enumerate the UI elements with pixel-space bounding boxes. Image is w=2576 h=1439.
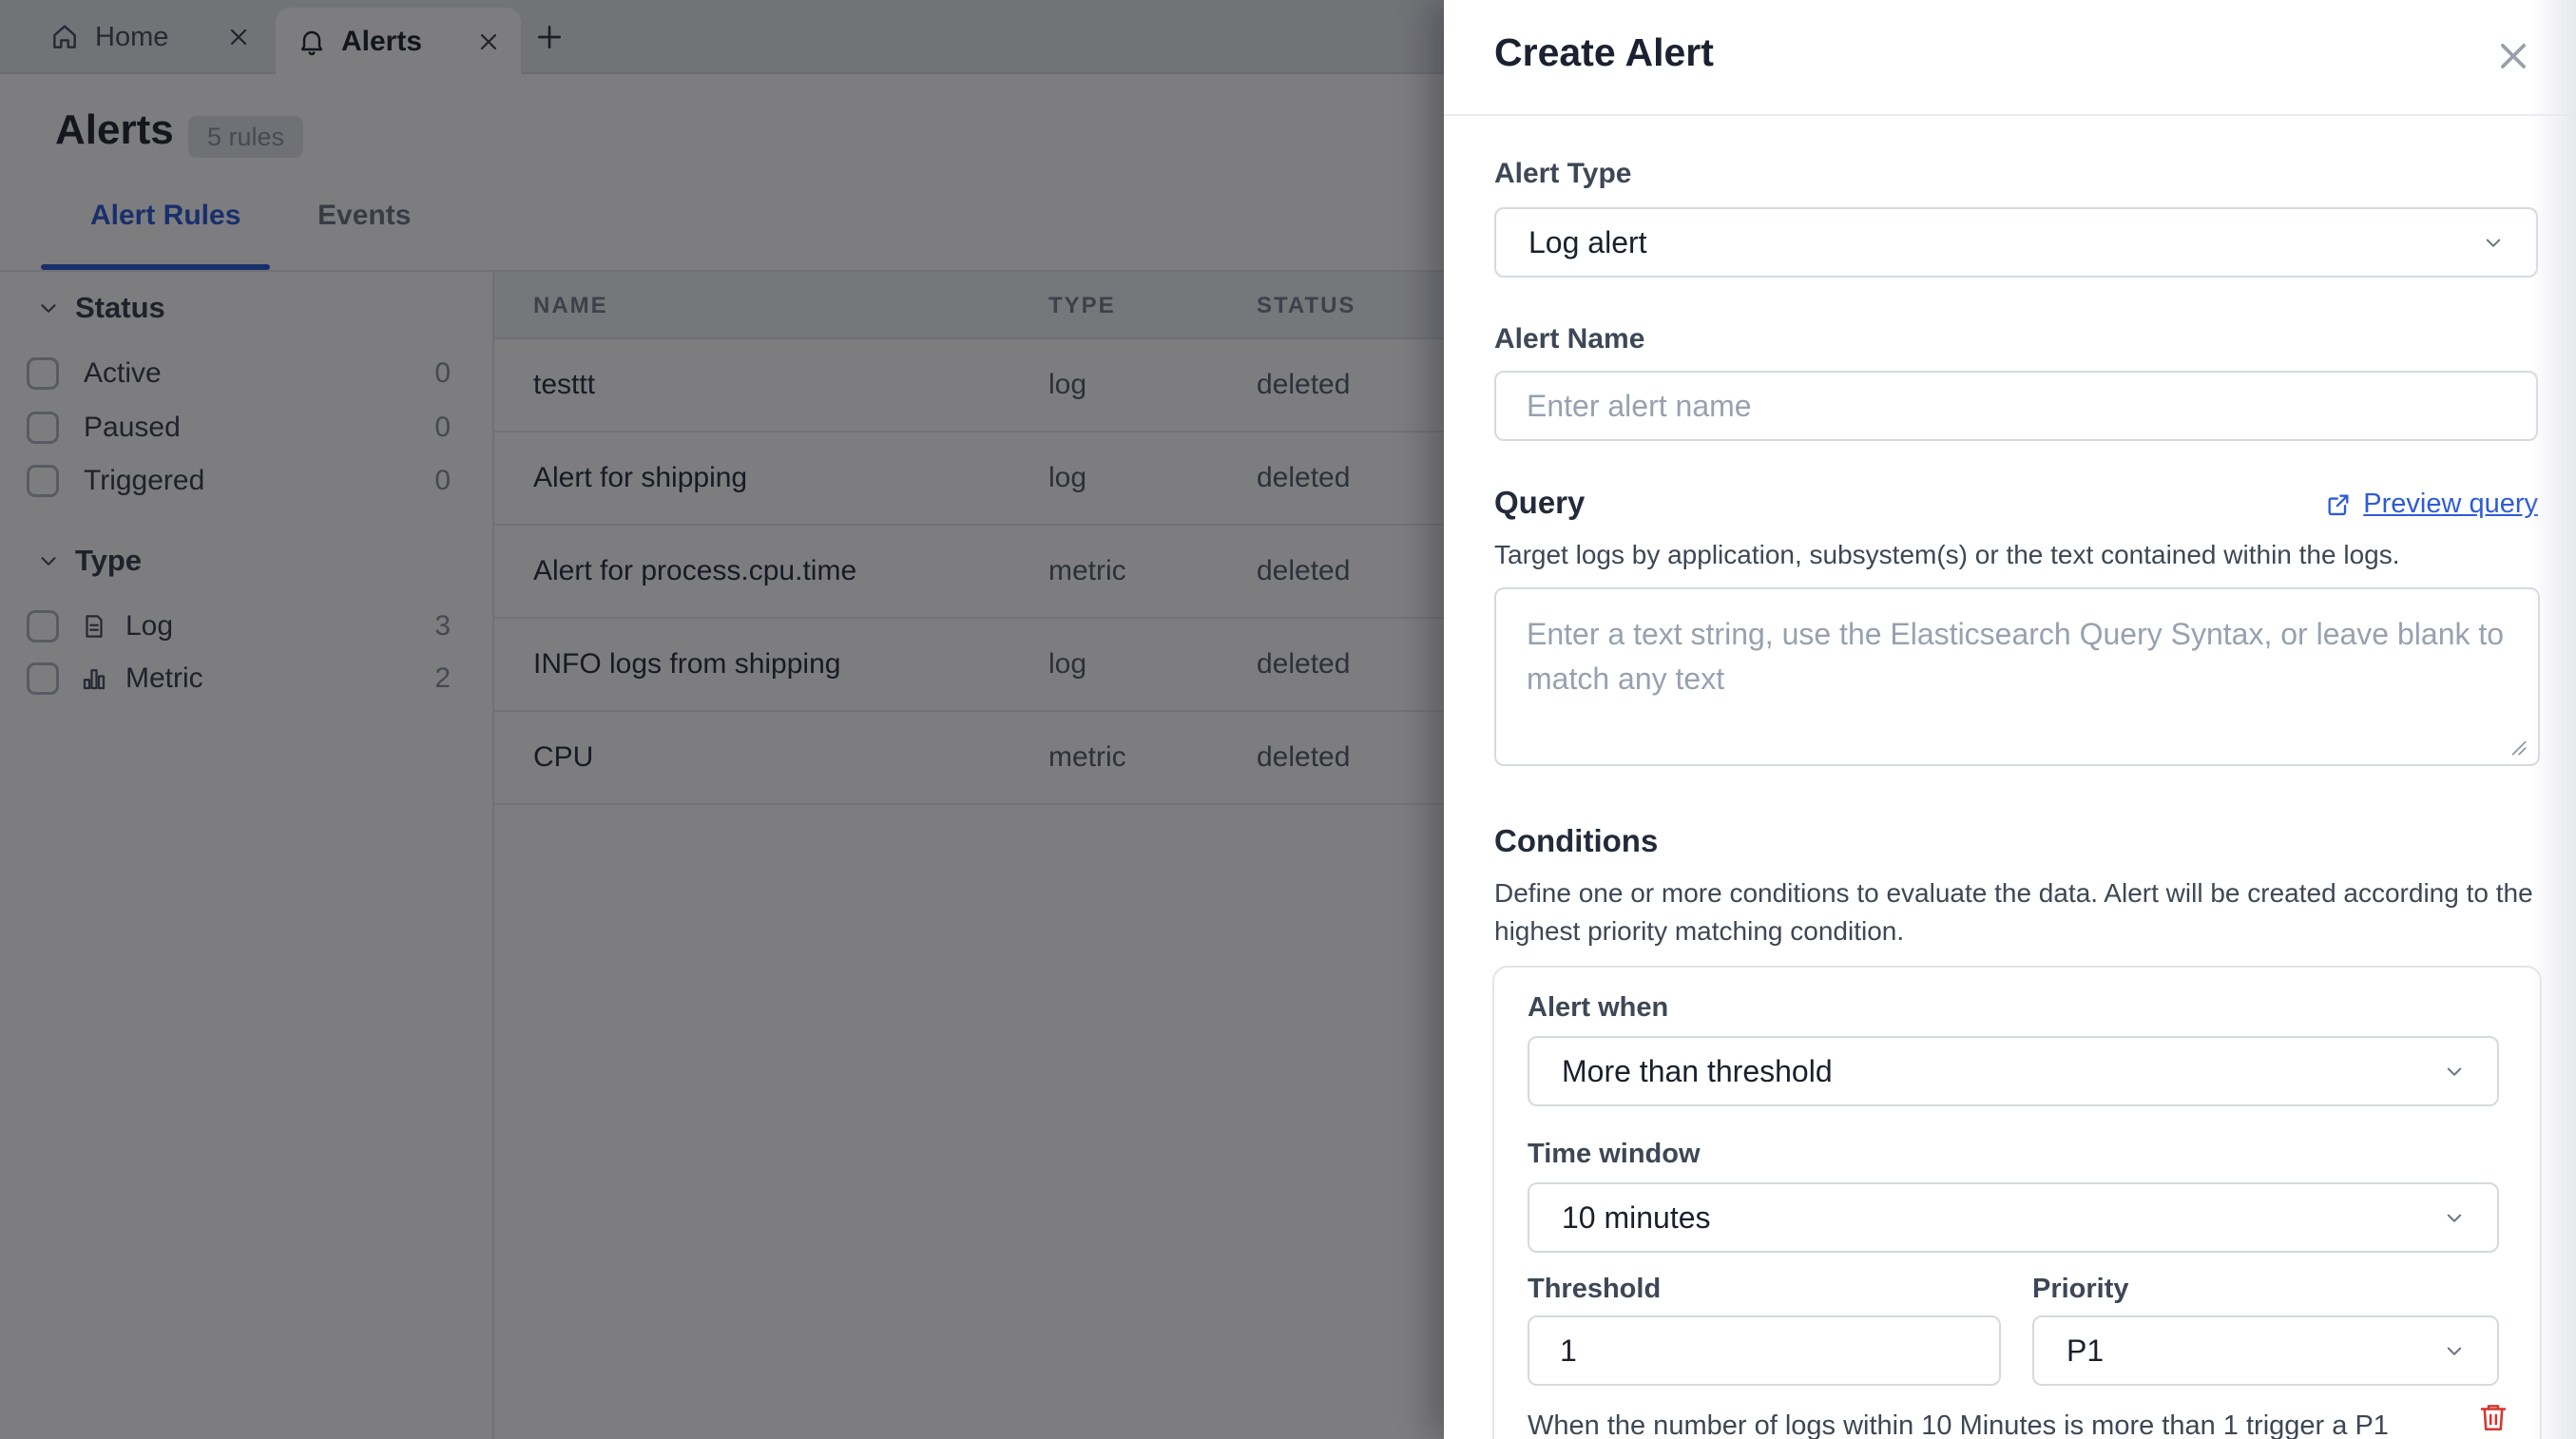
query-textarea[interactable] — [1494, 587, 2540, 766]
alert-type-select[interactable]: Log alert — [1494, 207, 2538, 278]
query-description: Target logs by application, subsystem(s)… — [1494, 536, 2538, 574]
close-icon[interactable] — [2495, 38, 2531, 74]
condition-card: Alert when More than threshold Time wind… — [1492, 966, 2542, 1439]
app-window: Home Alerts Alerts 5 rules — [0, 0, 2576, 1439]
trash-icon[interactable] — [2477, 1401, 2509, 1433]
divider — [1444, 114, 2576, 116]
preview-query-link[interactable]: Preview query — [2325, 489, 2538, 520]
chevron-down-icon — [2440, 1336, 2469, 1365]
condition-summary: When the number of logs within 10 Minute… — [1528, 1407, 2421, 1439]
chevron-down-icon — [2440, 1203, 2469, 1232]
alert-when-select[interactable]: More than threshold — [1528, 1036, 2499, 1106]
resize-handle-icon[interactable] — [2505, 734, 2529, 758]
alert-type-value: Log alert — [1528, 225, 1647, 260]
priority-label: Priority — [2032, 1274, 2129, 1305]
preview-query-text: Preview query — [2363, 489, 2538, 520]
priority-value: P1 — [2067, 1333, 2104, 1369]
time-window-value: 10 minutes — [1562, 1200, 1711, 1236]
external-link-icon — [2325, 491, 2352, 518]
alert-name-input[interactable] — [1494, 371, 2538, 441]
chevron-down-icon — [2440, 1057, 2469, 1085]
alert-when-value: More than threshold — [1562, 1054, 1833, 1089]
alert-name-label: Alert Name — [1494, 323, 1644, 355]
alert-type-label: Alert Type — [1494, 158, 1631, 190]
threshold-input[interactable] — [1528, 1315, 2001, 1386]
create-alert-panel: Create Alert Alert Type Log alert Alert … — [1444, 0, 2576, 1439]
time-window-label: Time window — [1528, 1139, 1701, 1170]
alert-when-label: Alert when — [1528, 992, 1668, 1024]
chevron-down-icon — [2479, 228, 2508, 257]
conditions-title: Conditions — [1494, 823, 1658, 859]
time-window-select[interactable]: 10 minutes — [1528, 1182, 2499, 1253]
priority-select[interactable]: P1 — [2032, 1315, 2499, 1386]
panel-title: Create Alert — [1494, 30, 1714, 75]
conditions-description: Define one or more conditions to evaluat… — [1494, 874, 2538, 950]
threshold-label: Threshold — [1528, 1274, 1661, 1305]
